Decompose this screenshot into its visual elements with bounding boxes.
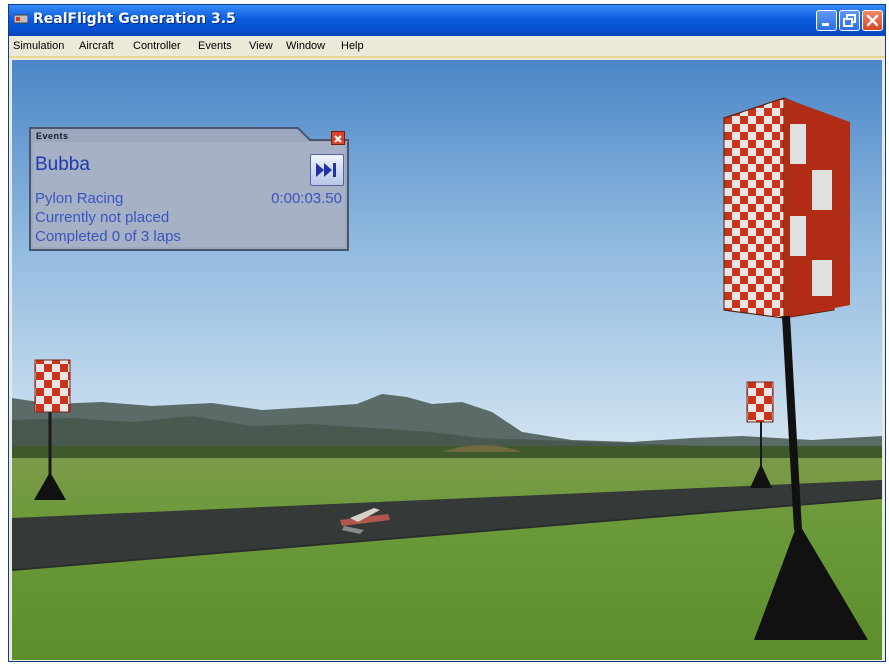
minimize-icon (822, 23, 829, 26)
events-panel[interactable]: Events Bubba Pylon Racing 0:00:03.50 Cur… (28, 126, 350, 253)
events-panel-title: Events (36, 131, 69, 141)
restore-icon (843, 14, 856, 27)
menu-aircraft[interactable]: Aircraft (79, 40, 114, 52)
fast-forward-icon (316, 163, 336, 177)
event-timer: 0:00:03.50 (271, 190, 342, 207)
event-type: Pylon Racing (35, 190, 124, 207)
laps-status: Completed 0 of 3 laps (35, 228, 181, 245)
menu-help[interactable]: Help (341, 40, 364, 52)
events-panel-close-button[interactable] (331, 131, 345, 145)
menu-window[interactable]: Window (286, 40, 325, 52)
close-button[interactable] (862, 10, 883, 31)
placement-status: Currently not placed (35, 209, 170, 226)
close-icon (866, 14, 879, 27)
app-window: RealFlight Generation 3.5 Simulation Air… (8, 4, 886, 662)
simulation-viewport[interactable]: Events Bubba Pylon Racing 0:00:03.50 Cur… (12, 60, 882, 660)
title-bar[interactable]: RealFlight Generation 3.5 (9, 5, 885, 36)
window-title: RealFlight Generation 3.5 (33, 11, 236, 27)
menu-events[interactable]: Events (198, 40, 232, 52)
menu-controller[interactable]: Controller (133, 40, 181, 52)
pilot-name: Bubba (35, 154, 90, 175)
menu-bar: Simulation Aircraft Controller Events Vi… (9, 36, 885, 58)
menu-simulation[interactable]: Simulation (13, 40, 64, 52)
close-icon (334, 135, 342, 143)
menu-view[interactable]: View (249, 40, 273, 52)
realflight-app-icon (14, 14, 28, 24)
minimize-button[interactable] (816, 10, 837, 31)
restore-button[interactable] (839, 10, 860, 31)
skip-forward-button[interactable] (310, 154, 344, 186)
tree-line (12, 446, 882, 460)
